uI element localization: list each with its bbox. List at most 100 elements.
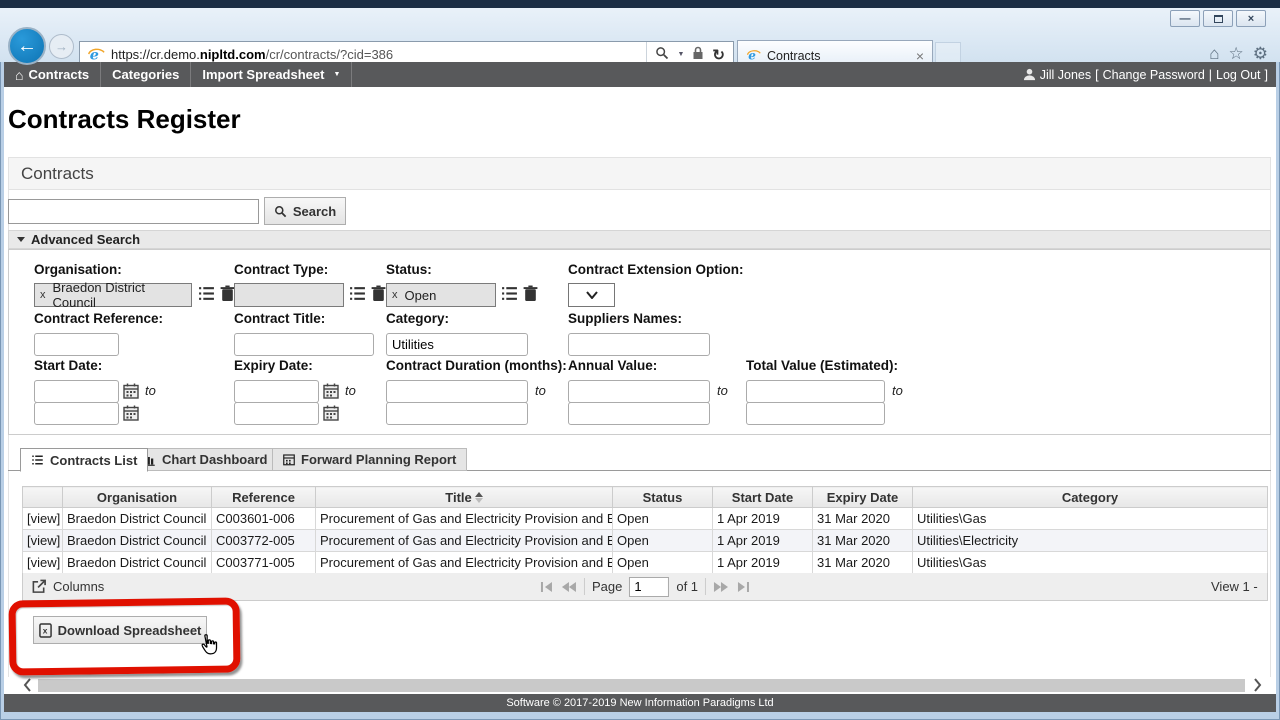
search-dropdown-caret-icon[interactable]: ▼ xyxy=(677,51,684,58)
search-input[interactable] xyxy=(8,199,259,224)
list-picker-icon[interactable] xyxy=(198,285,215,302)
col-reference[interactable]: Reference xyxy=(212,487,316,508)
table-row: [view] Braedon District Council C003772-… xyxy=(23,530,1268,552)
search-icon[interactable] xyxy=(655,46,669,63)
cell-title: Procurement of Gas and Electricity Provi… xyxy=(316,530,613,552)
suppliers-names-input[interactable] xyxy=(568,333,710,356)
search-icon xyxy=(274,205,287,218)
view-link[interactable]: [view] xyxy=(23,508,63,530)
status-multiselect[interactable]: x Open xyxy=(386,283,496,307)
tab-label: Forward Planning Report xyxy=(301,452,456,467)
tab-chart-dashboard[interactable]: Chart Dashboard xyxy=(132,448,278,471)
url-text[interactable]: https://cr.demo.nipltd.com/cr/contracts/… xyxy=(111,47,646,62)
col-expiry-date[interactable]: Expiry Date xyxy=(813,487,913,508)
download-spreadsheet-label: Download Spreadsheet xyxy=(58,623,202,638)
advanced-search-toggle[interactable]: Advanced Search xyxy=(8,230,1271,249)
chevron-down-icon: ▼ xyxy=(333,71,340,78)
cell-organisation: Braedon District Council xyxy=(63,508,212,530)
duration-to-input[interactable] xyxy=(386,402,528,425)
annual-value-to-input[interactable] xyxy=(568,402,710,425)
col-organisation[interactable]: Organisation xyxy=(63,487,212,508)
forward-button[interactable]: → xyxy=(49,34,74,59)
col-status[interactable]: Status xyxy=(613,487,713,508)
contract-type-label: Contract Type: xyxy=(234,262,328,277)
cell-status: Open xyxy=(613,508,713,530)
contract-reference-input[interactable] xyxy=(34,333,119,356)
trash-icon[interactable] xyxy=(370,285,387,302)
favorites-star-icon[interactable]: ☆ xyxy=(1229,44,1244,64)
change-password-link[interactable]: Change Password xyxy=(1103,68,1205,82)
restore-button[interactable] xyxy=(1203,10,1233,27)
list-picker-icon[interactable] xyxy=(501,285,518,302)
scroll-left-icon[interactable] xyxy=(20,677,36,693)
search-button[interactable]: Search xyxy=(264,197,346,225)
cell-expiry-date: 31 Mar 2020 xyxy=(813,508,913,530)
section-header: Contracts xyxy=(8,157,1271,190)
scroll-right-icon[interactable] xyxy=(1249,677,1265,693)
start-date-from-input[interactable] xyxy=(34,380,119,403)
close-button[interactable]: × xyxy=(1236,10,1266,27)
tab-contracts-list[interactable]: Contracts List xyxy=(20,448,148,472)
annual-value-from-input[interactable] xyxy=(568,380,710,403)
nav-item-label: Categories xyxy=(112,67,179,82)
contract-title-input[interactable] xyxy=(234,333,374,356)
page-label: Page xyxy=(592,579,622,594)
settings-gear-icon[interactable]: ⚙ xyxy=(1253,44,1268,64)
organisation-multiselect[interactable]: x Braedon District Council xyxy=(34,283,192,307)
category-input[interactable] xyxy=(386,333,528,356)
next-page-icon[interactable] xyxy=(713,581,729,593)
page-number-input[interactable] xyxy=(629,577,669,597)
back-button[interactable]: ← xyxy=(8,27,46,65)
window-titlebar xyxy=(0,0,1280,8)
calendar-icon[interactable] xyxy=(123,405,139,421)
minimize-button[interactable]: — xyxy=(1170,10,1200,27)
expiry-date-from-input[interactable] xyxy=(234,380,319,403)
remove-tag-icon[interactable]: x xyxy=(40,289,46,301)
home-icon[interactable]: ⌂ xyxy=(1209,44,1219,64)
log-out-link[interactable]: Log Out xyxy=(1216,68,1260,82)
duration-label: Contract Duration (months): xyxy=(386,358,567,373)
nav-item-import-spreadsheet[interactable]: Import Spreadsheet ▼ xyxy=(191,62,352,87)
columns-button[interactable]: Columns xyxy=(31,573,104,600)
contract-type-multiselect[interactable] xyxy=(234,283,344,307)
app-navbar: ⌂ Contracts Categories Import Spreadshee… xyxy=(4,62,1276,87)
nav-item-contracts[interactable]: ⌂ Contracts xyxy=(4,62,101,87)
cell-status: Open xyxy=(613,530,713,552)
total-value-to-input[interactable] xyxy=(746,402,885,425)
start-date-to-input[interactable] xyxy=(34,402,119,425)
search-button-label: Search xyxy=(293,204,336,219)
calendar-icon[interactable] xyxy=(123,383,139,399)
first-page-icon[interactable] xyxy=(540,581,554,593)
col-title[interactable]: Title xyxy=(316,487,613,508)
user-icon xyxy=(1023,68,1036,81)
expiry-date-to-input[interactable] xyxy=(234,402,319,425)
page-title: Contracts Register xyxy=(8,104,241,135)
page-count-label: of 1 xyxy=(676,579,698,594)
view-link[interactable]: [view] xyxy=(23,552,63,574)
trash-icon[interactable] xyxy=(522,285,539,302)
tab-forward-planning-report[interactable]: Forward Planning Report xyxy=(272,448,467,471)
tab-label: Chart Dashboard xyxy=(162,452,267,467)
columns-export-icon xyxy=(31,579,47,594)
view-link[interactable]: [view] xyxy=(23,530,63,552)
calendar-icon[interactable] xyxy=(323,405,339,421)
bracket: [ xyxy=(1095,68,1098,82)
calendar-icon[interactable] xyxy=(323,383,339,399)
to-label: to xyxy=(535,383,546,398)
prev-page-icon[interactable] xyxy=(561,581,577,593)
last-page-icon[interactable] xyxy=(736,581,750,593)
extension-option-select[interactable] xyxy=(568,283,615,307)
total-value-from-input[interactable] xyxy=(746,380,885,403)
table-toolbar: Columns Page of 1 View 1 - xyxy=(22,573,1268,601)
col-category[interactable]: Category xyxy=(913,487,1268,508)
status-label: Status: xyxy=(386,262,432,277)
nav-item-categories[interactable]: Categories xyxy=(101,62,191,87)
scrollbar-thumb[interactable] xyxy=(38,679,1245,692)
refresh-icon[interactable]: ↻ xyxy=(712,46,725,64)
list-picker-icon[interactable] xyxy=(349,285,366,302)
remove-tag-icon[interactable]: x xyxy=(392,289,398,301)
duration-from-input[interactable] xyxy=(386,380,528,403)
col-start-date[interactable]: Start Date xyxy=(713,487,813,508)
download-spreadsheet-button[interactable]: x Download Spreadsheet xyxy=(33,616,207,644)
expiry-date-label: Expiry Date: xyxy=(234,358,313,373)
